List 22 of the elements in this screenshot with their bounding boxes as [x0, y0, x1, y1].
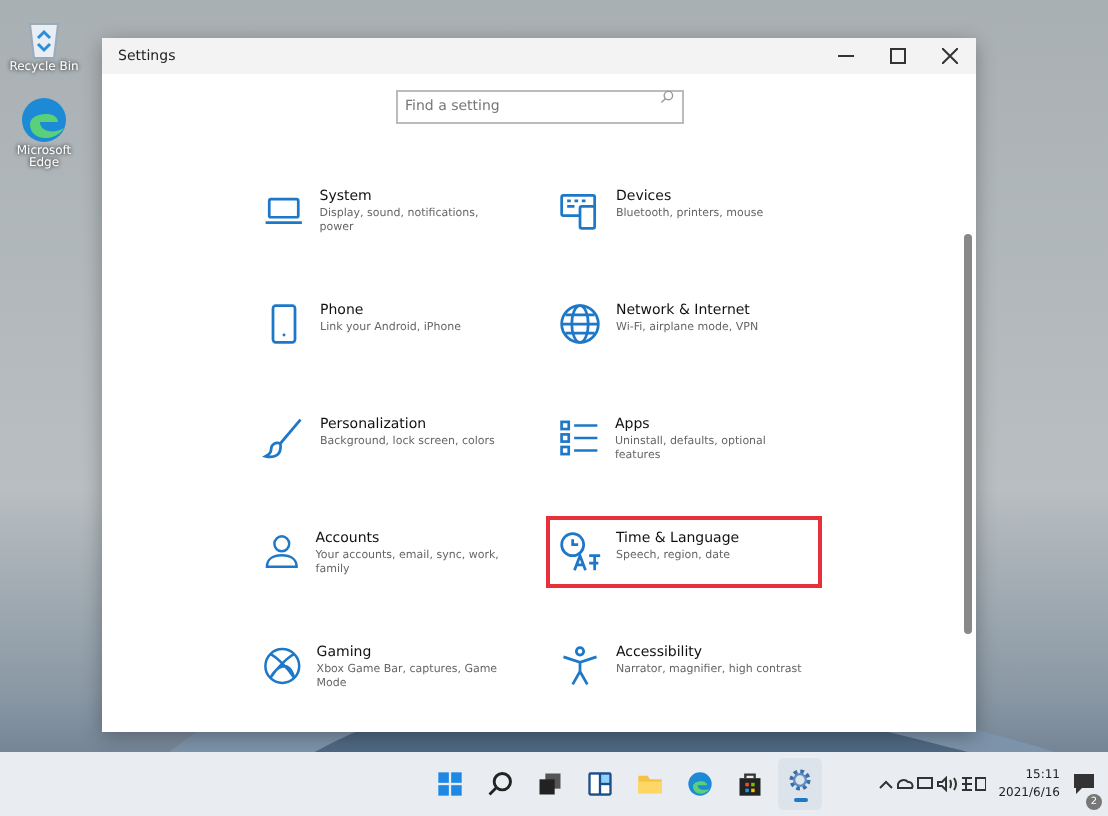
brush-icon	[262, 416, 306, 460]
accessibility-icon	[558, 644, 602, 688]
folder-icon	[636, 770, 664, 798]
windows-logo-icon	[436, 770, 464, 798]
person-icon	[262, 530, 302, 574]
edge-logo-icon	[686, 770, 714, 798]
keyboard-icon	[558, 188, 602, 232]
search-icon	[659, 90, 673, 104]
gear-icon	[786, 766, 814, 794]
notification-icon[interactable]	[1072, 771, 1096, 795]
xbox-icon	[262, 644, 303, 688]
close-icon	[942, 48, 958, 64]
search-icon	[486, 770, 514, 798]
clock-language-icon	[558, 530, 602, 574]
app-list-icon	[558, 416, 601, 460]
widgets-icon	[586, 770, 614, 798]
task-view-icon	[536, 770, 564, 798]
store-bag-icon	[736, 770, 764, 798]
globe-icon	[558, 302, 602, 346]
scrollbar[interactable]	[964, 234, 972, 634]
system-tray-icons[interactable]	[878, 776, 987, 792]
maximize-icon	[890, 48, 906, 64]
